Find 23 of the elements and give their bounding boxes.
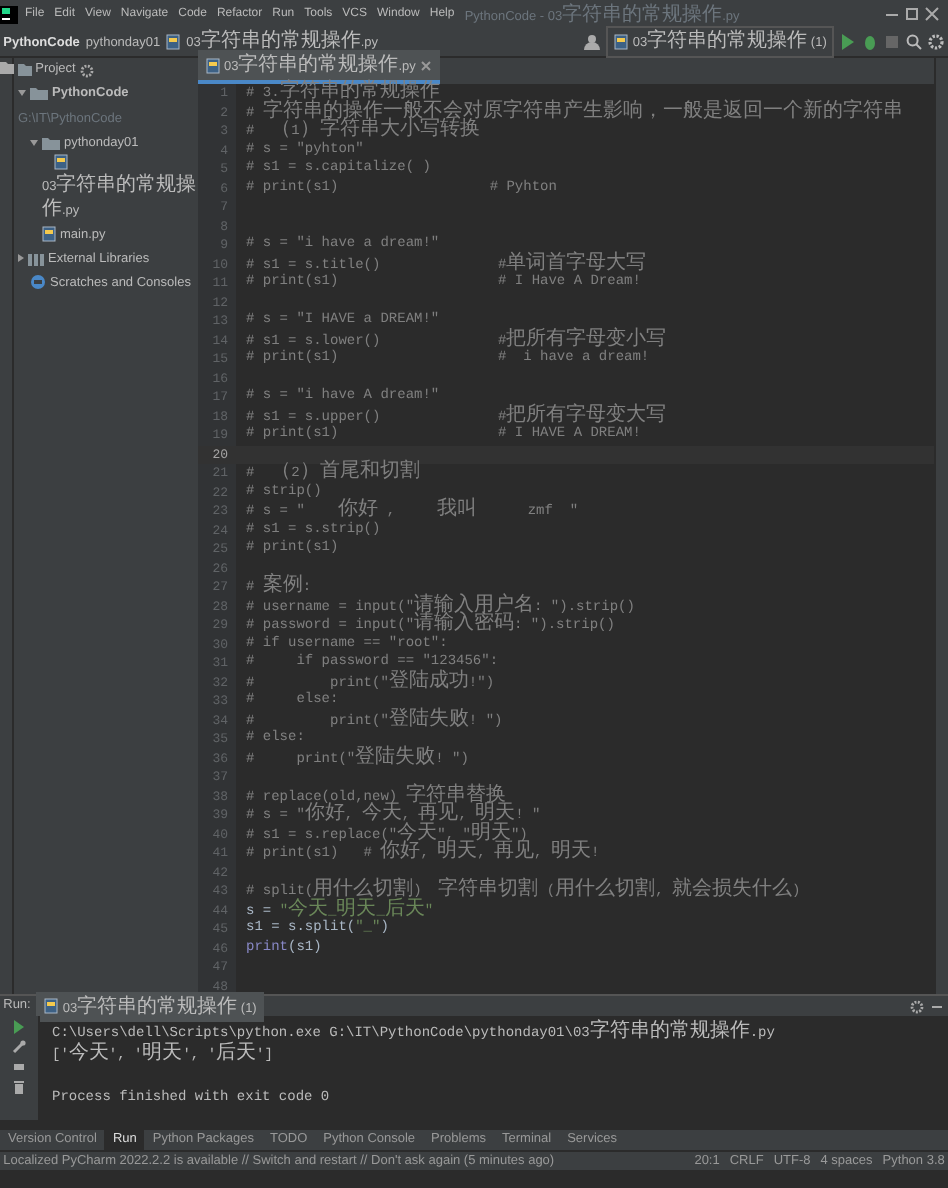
python-file-icon xyxy=(166,34,181,50)
rerun-icon[interactable] xyxy=(12,1019,26,1034)
gear-icon[interactable] xyxy=(910,999,925,1013)
wrench-icon[interactable] xyxy=(12,1039,26,1054)
python-file-icon xyxy=(42,226,56,242)
folder-icon xyxy=(42,135,60,149)
app-logo-icon xyxy=(0,5,18,23)
close-icon[interactable] xyxy=(924,6,940,22)
library-icon xyxy=(28,251,44,265)
search-icon[interactable] xyxy=(906,34,923,50)
python-file-icon xyxy=(614,34,629,50)
python-file-icon xyxy=(44,998,59,1014)
user-icon[interactable] xyxy=(584,34,601,50)
gear-icon[interactable] xyxy=(79,63,94,77)
run-icon[interactable] xyxy=(840,34,857,50)
python-file-icon xyxy=(54,154,68,170)
settings-icon[interactable] xyxy=(928,34,945,50)
trash-icon[interactable] xyxy=(12,1079,26,1094)
python-file-icon xyxy=(206,57,220,73)
close-icon[interactable] xyxy=(419,59,432,71)
debug-icon[interactable] xyxy=(862,34,879,50)
maximize-icon[interactable] xyxy=(904,6,920,22)
scratch-icon xyxy=(30,274,46,290)
